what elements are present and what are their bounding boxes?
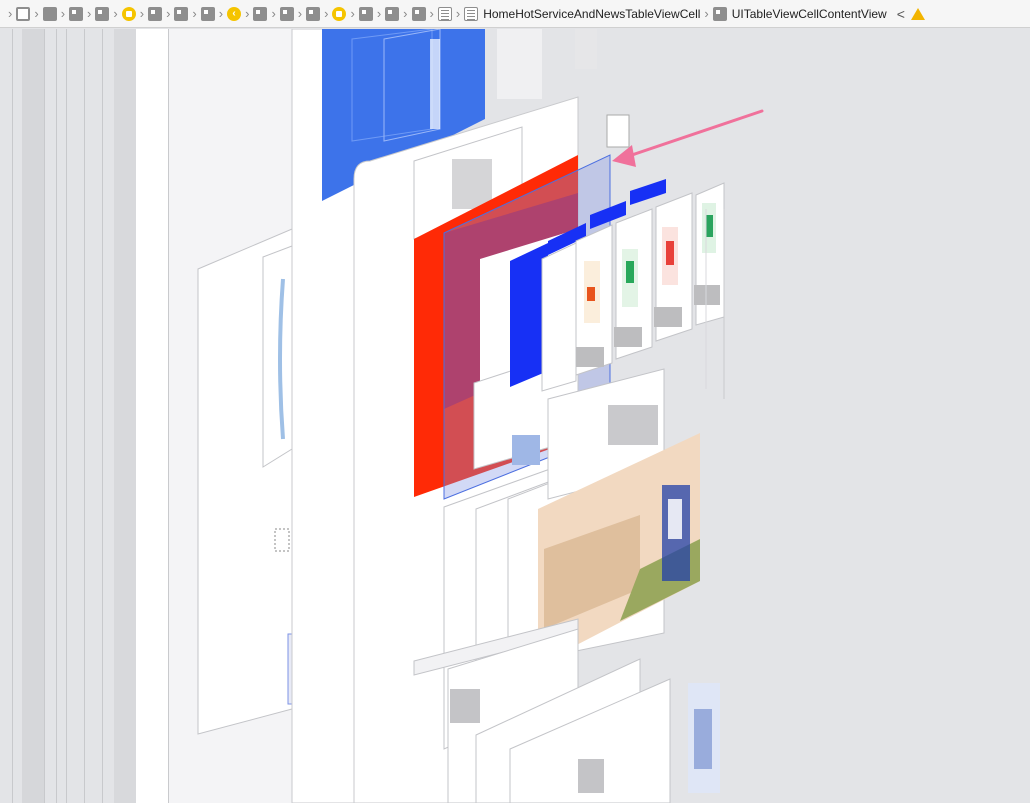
- chevron-right-icon: ›: [455, 6, 461, 21]
- view-controller-icon: [332, 6, 347, 21]
- chevron-right-icon: ›: [245, 6, 250, 21]
- breadcrumb-table-view[interactable]: [437, 6, 452, 21]
- view-icon: [174, 6, 189, 21]
- breadcrumb-view-2[interactable]: [42, 6, 57, 21]
- chevron-right-icon: ›: [350, 6, 355, 21]
- view-icon: [279, 6, 294, 21]
- breadcrumb-controller-1[interactable]: [121, 6, 136, 21]
- service-card: [541, 242, 577, 392]
- view-debugger-canvas[interactable]: [0, 29, 1030, 803]
- breadcrumb-view-5[interactable]: [148, 6, 163, 21]
- table-view-icon: [437, 6, 452, 21]
- breadcrumb-navigation[interactable]: ‹: [227, 6, 242, 21]
- news-title-pixels: [608, 405, 658, 445]
- breadcrumb-view-13[interactable]: [411, 6, 426, 21]
- table-cell-icon: [464, 6, 479, 21]
- title-text-pixels: [452, 159, 492, 209]
- chevron-right-icon: ›: [218, 6, 224, 21]
- breadcrumb-view-3[interactable]: [69, 6, 84, 21]
- chevron-right-icon: ›: [297, 6, 303, 21]
- view-icon: [95, 6, 110, 21]
- chevron-right-icon: ›: [8, 6, 13, 21]
- card-label-pixels: [654, 307, 682, 327]
- news-icon: [512, 435, 540, 465]
- breadcrumb-content-view[interactable]: UITableViewCellContentView: [712, 6, 887, 21]
- breadcrumb-view-6[interactable]: [174, 6, 189, 21]
- view-controller-icon: [121, 6, 136, 21]
- chevron-right-icon: ›: [403, 6, 408, 21]
- view-icon: [148, 6, 163, 21]
- breadcrumb-view-11[interactable]: [358, 6, 373, 21]
- pixel-noise: [497, 29, 542, 99]
- layer-stack-drawing: [197, 29, 725, 803]
- jump-bar: › › › › › › › › › ‹ › › › › › › › › › Ho…: [0, 0, 1030, 28]
- service-icon-green: [626, 261, 634, 283]
- qr-icon: [606, 114, 630, 148]
- breadcrumb-controller-2[interactable]: [332, 6, 347, 21]
- chevron-right-icon: ›: [376, 6, 382, 21]
- view-icon: [306, 6, 321, 21]
- service-icon-red: [666, 241, 674, 265]
- chevron-right-icon: ›: [271, 6, 276, 21]
- image-panel: [262, 245, 293, 468]
- promo-banner-figure: [668, 499, 682, 539]
- card-label-pixels: [576, 347, 604, 367]
- pixel-noise: [575, 29, 597, 69]
- chevron-right-icon: ›: [113, 6, 118, 21]
- blue-strip: [630, 179, 666, 205]
- chevron-right-icon: ›: [324, 6, 329, 21]
- chevron-right-icon: ›: [34, 6, 39, 21]
- breadcrumb-view-4[interactable]: [95, 6, 110, 21]
- chevron-right-icon: ›: [429, 6, 434, 21]
- header-label: [430, 39, 440, 129]
- breadcrumb-view-9[interactable]: [279, 6, 294, 21]
- view-icon: [712, 6, 727, 21]
- breadcrumb-content-view-label: UITableViewCellContentView: [731, 6, 887, 21]
- chevron-right-icon: ›: [192, 6, 197, 21]
- view-icon: [358, 6, 373, 21]
- service-icon-green: [706, 215, 713, 237]
- view-icon: [16, 6, 31, 21]
- view-icon: [385, 6, 400, 21]
- breadcrumb-cell-label: HomeHotServiceAndNewsTableViewCell: [483, 6, 701, 21]
- breadcrumb-cell[interactable]: HomeHotServiceAndNewsTableViewCell: [464, 6, 701, 21]
- service-icon-orange: [587, 287, 595, 301]
- view-icon: [69, 6, 84, 21]
- breadcrumb-view-10[interactable]: [306, 6, 321, 21]
- warning-icon[interactable]: [910, 7, 925, 20]
- chevron-right-icon: ›: [139, 6, 145, 21]
- chevron-right-icon: ›: [704, 6, 709, 21]
- breadcrumb-view-12[interactable]: [385, 6, 400, 21]
- bottom-label-pixels: [450, 689, 480, 723]
- view-dark-icon: [42, 6, 57, 21]
- view-icon: [253, 6, 268, 21]
- breadcrumb-view-8[interactable]: [253, 6, 268, 21]
- chevron-right-icon: ›: [60, 6, 66, 21]
- bottom-image: [694, 709, 712, 769]
- breadcrumb-view-7[interactable]: [200, 6, 215, 21]
- bottom-label-pixels: [578, 759, 604, 793]
- card-label-pixels: [694, 285, 720, 305]
- navigation-back-icon: ‹: [227, 6, 242, 21]
- card-label-pixels: [614, 327, 642, 347]
- chevron-right-icon: ›: [166, 6, 171, 21]
- view-icon: [411, 6, 426, 21]
- view-icon: [200, 6, 215, 21]
- navigate-back-button[interactable]: <: [897, 6, 905, 22]
- chevron-right-icon: ›: [87, 6, 92, 21]
- selected-sliver: [287, 633, 293, 705]
- breadcrumb-view-1[interactable]: [16, 6, 31, 21]
